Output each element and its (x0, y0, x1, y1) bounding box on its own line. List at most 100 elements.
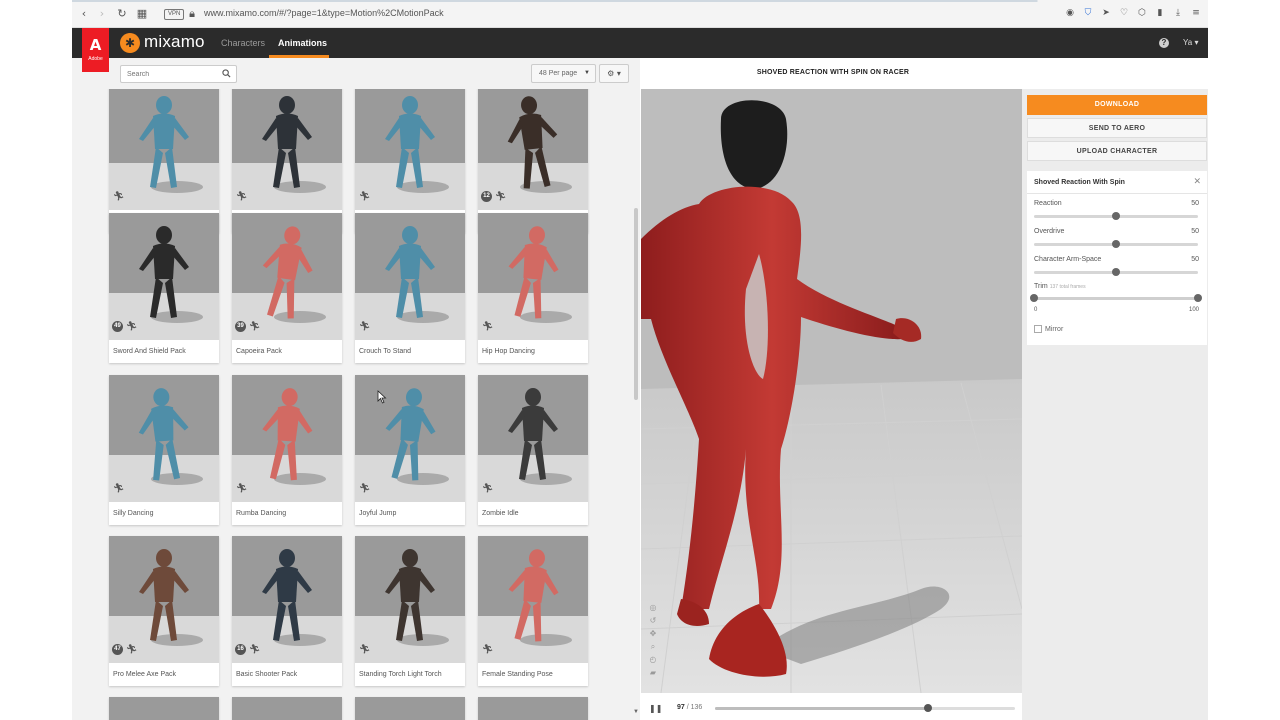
per-page-select[interactable]: 48 Per page ▼ (531, 64, 596, 83)
animation-card[interactable]: 🏃︎Jumping Down (232, 89, 342, 233)
globe-icon[interactable]: ◎ (647, 603, 659, 616)
animation-card-partial[interactable] (232, 697, 342, 720)
animation-thumbnail[interactable]: 🏃︎ (478, 536, 588, 663)
tab-characters[interactable]: Characters (221, 38, 265, 48)
user-menu[interactable]: Ya ▾ (1183, 38, 1198, 47)
trim-title: Trim (1034, 283, 1048, 290)
cube-icon[interactable]: ⬡ (1136, 7, 1148, 19)
pack-count-badge: 12 (481, 191, 492, 202)
adobe-logo[interactable]: A Adobe (82, 28, 109, 72)
animation-thumbnail[interactable]: 49 🏃︎ (109, 213, 219, 340)
mirror-checkbox[interactable] (1034, 325, 1042, 333)
zoom-icon[interactable]: ⌕ (647, 642, 659, 655)
reload-icon[interactable]: ↻ (116, 8, 128, 20)
reaction-slider[interactable] (1034, 212, 1198, 220)
animation-thumbnail[interactable]: 🏃︎ (478, 375, 588, 502)
slider-handle[interactable] (1112, 268, 1120, 276)
chevron-down-icon: ▾ (1194, 38, 1199, 47)
animation-thumbnail[interactable]: 🏃︎ (478, 213, 588, 340)
timeline-slider[interactable] (715, 704, 1015, 712)
character-viewport[interactable] (641, 89, 1022, 693)
animation-thumbnail[interactable]: 🏃︎ (355, 89, 465, 210)
timer-icon[interactable]: ◴ (647, 655, 659, 668)
timeline-handle[interactable] (924, 704, 932, 712)
total-frames: 136 (690, 704, 703, 711)
download-icon[interactable]: ⤓ (1172, 7, 1184, 19)
search-input[interactable] (120, 65, 237, 83)
pause-icon[interactable]: ❚❚ (649, 704, 662, 713)
bookmarks-icon[interactable]: ▮ (1154, 7, 1166, 19)
trim-end-handle[interactable] (1194, 294, 1202, 302)
animation-card[interactable]: 🏃︎ Hip Hop Dancing (478, 213, 588, 363)
pan-icon[interactable]: ✥ (647, 629, 659, 642)
help-icon[interactable]: ? (1159, 38, 1169, 48)
vpn-badge[interactable]: VPN (164, 9, 185, 20)
animation-thumbnail[interactable]: 39 🏃︎ (232, 213, 342, 340)
arm-space-slider[interactable] (1034, 268, 1198, 276)
animation-card[interactable]: 🏃︎ Standing Torch Light Torch (355, 536, 465, 686)
send-icon[interactable]: ➤ (1100, 7, 1112, 19)
animation-card[interactable]: 39 🏃︎ Capoeira Pack (232, 213, 342, 363)
mixamo-logo-icon[interactable]: ✱ (120, 33, 140, 53)
rotate-icon[interactable]: ↺ (647, 616, 659, 629)
slider-handle[interactable] (1112, 212, 1120, 220)
animation-card[interactable]: 🏃︎ Female Standing Pose (478, 536, 588, 686)
menu-icon[interactable]: ≡ (1190, 7, 1202, 19)
gear-icon: ⚙ (607, 69, 615, 78)
heart-icon[interactable]: ♡ (1118, 7, 1130, 19)
animation-card-title: Rumba Dancing (236, 510, 287, 517)
shield-icon[interactable]: ⛉ (1082, 7, 1094, 19)
tabs-grid-icon[interactable]: ▦ (136, 8, 148, 20)
camera-icon[interactable]: ▰ (647, 668, 659, 681)
close-icon[interactable]: ✕ (1193, 177, 1201, 187)
animation-card[interactable]: 🏃︎ Zombie Idle (478, 375, 588, 525)
upload-character-button[interactable]: UPLOAD CHARACTER (1027, 141, 1207, 161)
motion-type-icon: 🏃︎ (113, 484, 125, 494)
send-to-aero-button[interactable]: SEND TO AERO (1027, 118, 1207, 138)
animation-card[interactable]: 🏃︎ Joyful Jump (355, 375, 465, 525)
animation-thumbnail[interactable]: 🏃︎ (232, 89, 342, 210)
animation-thumbnail[interactable]: 🏃︎ (109, 89, 219, 210)
animation-card[interactable]: 🏃︎Jumping Down (109, 89, 219, 233)
animation-card-partial[interactable] (355, 697, 465, 720)
scroll-down-icon[interactable]: ▼ (633, 709, 639, 715)
lock-icon[interactable]: 🔒︎ (186, 8, 198, 20)
animation-card[interactable]: 47 🏃︎ Pro Melee Axe Pack (109, 536, 219, 686)
back-icon[interactable]: ‹ (78, 8, 90, 20)
animation-card[interactable]: 12🏃︎Longbow Locomotion Pack (478, 89, 588, 233)
animation-card[interactable]: 🏃︎ Rumba Dancing (232, 375, 342, 525)
download-button[interactable]: DOWNLOAD (1027, 95, 1207, 115)
animation-card[interactable]: 🏃︎Jumping Down (355, 89, 465, 233)
forward-icon[interactable]: › (96, 8, 108, 20)
animation-card[interactable]: 16 🏃︎ Basic Shooter Pack (232, 536, 342, 686)
animation-thumbnail[interactable]: 🏃︎ (232, 375, 342, 502)
slider-value-arm-space: 50 (1191, 256, 1199, 263)
search-icon[interactable] (222, 69, 231, 78)
motion-type-icon: 🏃︎ (249, 322, 261, 332)
animation-thumbnail[interactable]: 🏃︎ (109, 375, 219, 502)
animation-thumbnail[interactable]: 🏃︎ (355, 536, 465, 663)
animation-card[interactable]: 🏃︎ Silly Dancing (109, 375, 219, 525)
trim-start-handle[interactable] (1030, 294, 1038, 302)
camera-icon[interactable]: ◉ (1064, 7, 1076, 19)
animation-card-partial[interactable] (109, 697, 219, 720)
overdrive-slider[interactable] (1034, 240, 1198, 248)
animation-thumbnail[interactable]: 🏃︎ (355, 213, 465, 340)
address-bar[interactable]: www.mixamo.com/#/?page=1&type=Motion%2CM… (204, 8, 444, 18)
mixamo-logo-text[interactable]: mixamo (144, 32, 205, 52)
animation-card-partial[interactable] (478, 697, 588, 720)
animation-thumbnail[interactable]: 16 🏃︎ (232, 536, 342, 663)
motion-type-icon: 🏃︎ (249, 645, 261, 655)
scrollbar-thumb[interactable] (634, 208, 638, 400)
animation-thumbnail[interactable]: 🏃︎ (355, 375, 465, 502)
animation-thumbnail[interactable]: 47 🏃︎ (109, 536, 219, 663)
slider-handle[interactable] (1112, 240, 1120, 248)
animation-card[interactable]: 49 🏃︎ Sword And Shield Pack (109, 213, 219, 363)
animation-card[interactable]: 🏃︎ Crouch To Stand (355, 213, 465, 363)
animation-thumbnail[interactable]: 12 🏃︎ (478, 89, 588, 210)
tab-animations[interactable]: Animations (278, 38, 327, 48)
racer-character-render (641, 89, 1022, 693)
trim-slider[interactable] (1030, 294, 1202, 302)
animation-settings: Shoved Reaction With Spin ✕ Reaction 50 … (1027, 171, 1207, 345)
grid-settings-button[interactable]: ⚙ ▾ (599, 64, 629, 83)
